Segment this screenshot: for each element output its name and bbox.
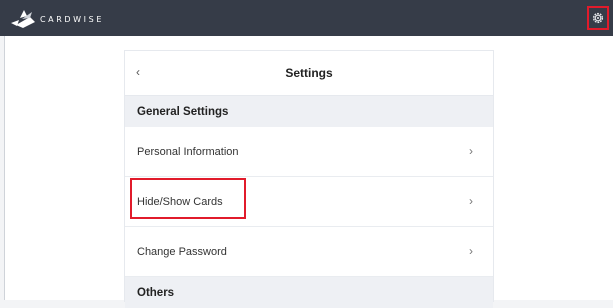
chevron-left-icon[interactable]: ‹ bbox=[136, 65, 140, 79]
settings-item-label: Change Password bbox=[137, 245, 227, 258]
brand-name: CARDWISE bbox=[40, 14, 104, 24]
settings-item-hide-show-cards[interactable]: Hide/Show Cards › bbox=[125, 177, 493, 227]
settings-item-change-password[interactable]: Change Password › bbox=[125, 227, 493, 277]
settings-item-label: Personal Information bbox=[137, 145, 239, 158]
chevron-right-icon: › bbox=[469, 144, 473, 158]
settings-panel: ‹ Settings General Settings Personal Inf… bbox=[124, 50, 494, 308]
chevron-right-icon: › bbox=[469, 194, 473, 208]
section-general-settings: General Settings bbox=[125, 96, 493, 127]
settings-item-label: Hide/Show Cards bbox=[137, 195, 223, 208]
brand[interactable]: CARDWISE bbox=[10, 8, 104, 30]
settings-button[interactable] bbox=[587, 6, 609, 30]
settings-item-personal-information[interactable]: Personal Information › bbox=[125, 127, 493, 177]
page-title: Settings bbox=[285, 66, 333, 80]
cardwise-logo-icon bbox=[11, 10, 35, 28]
settings-header: ‹ Settings bbox=[125, 51, 493, 96]
top-navigation-bar: CARDWISE bbox=[0, 0, 613, 36]
chevron-right-icon: › bbox=[469, 244, 473, 258]
gear-icon bbox=[592, 12, 604, 24]
section-others: Others bbox=[125, 277, 493, 308]
